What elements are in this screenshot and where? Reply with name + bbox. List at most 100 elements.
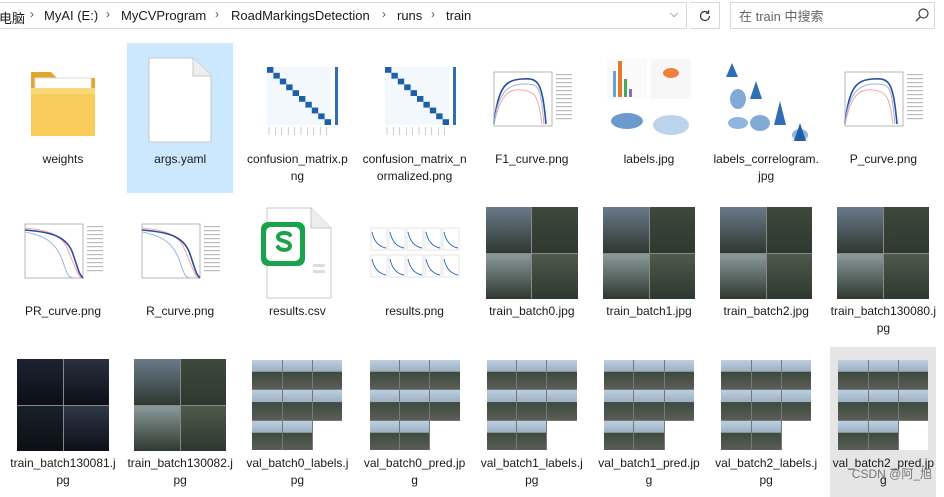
watermark: CSDN @阿_旭 <box>852 465 932 482</box>
image-thumbnail <box>603 207 695 299</box>
file-name: args.yaml <box>127 151 233 168</box>
file-name: results.csv <box>244 303 350 320</box>
breadcrumb-item[interactable]: train <box>446 8 471 23</box>
file-name: val_batch2_labels.jpg <box>713 455 819 489</box>
file-name: train_batch130081.jpg <box>10 455 116 489</box>
refresh-button[interactable] <box>690 2 720 29</box>
file-thumbnail <box>362 53 468 149</box>
file-thumbnail <box>596 205 702 301</box>
chevron-right-icon[interactable]: › <box>382 7 386 21</box>
file-item[interactable]: results.png <box>362 195 468 345</box>
chevron-right-icon[interactable]: › <box>431 7 435 21</box>
file-thumbnail <box>244 205 350 301</box>
file-name: val_batch1_pred.jpg <box>596 455 702 489</box>
image-thumbnail <box>604 360 694 450</box>
file-name: train_batch130080.jpg <box>830 303 936 337</box>
address-bar[interactable]: 电脑 › MyAI (E:) › MyCVProgram › RoadMarkingsDet… <box>0 2 687 29</box>
chevron-right-icon[interactable]: › <box>106 7 110 21</box>
curve-thumbnail-icon <box>17 218 109 288</box>
file-item[interactable]: R_curve.png <box>127 195 233 345</box>
search-box[interactable] <box>730 2 935 29</box>
file-item[interactable]: confusion_matrix_normalized.png <box>362 43 468 193</box>
file-grid: weights args.yaml confusion_matrix.pngconf… <box>0 33 944 486</box>
image-thumbnail <box>134 359 226 451</box>
file-thumbnail <box>596 53 702 149</box>
file-name: train_batch1.jpg <box>596 303 702 320</box>
file-name: val_batch0_labels.jpg <box>244 455 350 489</box>
curve-thumbnail-icon <box>837 66 929 136</box>
results-thumbnail-icon <box>369 224 461 282</box>
file-name: labels.jpg <box>596 151 702 168</box>
breadcrumb-item[interactable]: RoadMarkingsDetection <box>231 8 370 23</box>
file-item[interactable]: val_batch1_labels.jpg <box>479 347 585 497</box>
search-input[interactable] <box>739 7 909 25</box>
refresh-icon <box>698 9 712 23</box>
file-item[interactable]: train_batch130081.jpg <box>10 347 116 497</box>
file-item[interactable]: weights <box>10 43 116 193</box>
file-item[interactable]: val_batch1_pred.jpg <box>596 347 702 497</box>
file-item[interactable]: labels.jpg <box>596 43 702 193</box>
image-thumbnail <box>838 360 928 450</box>
chevron-down-icon[interactable]: ⌵ <box>663 4 685 24</box>
breadcrumb-item[interactable]: MyAI (E:) <box>44 8 98 23</box>
image-thumbnail <box>837 207 929 299</box>
file-item[interactable]: PR_curve.png <box>10 195 116 345</box>
file-thumbnail <box>713 53 819 149</box>
file-thumbnail <box>127 357 233 453</box>
search-icon[interactable] <box>914 7 930 23</box>
file-thumbnail <box>10 357 116 453</box>
chevron-right-icon[interactable]: › <box>215 7 219 21</box>
breadcrumb-item[interactable]: 电脑 <box>0 8 25 27</box>
file-name: weights <box>10 151 116 168</box>
file-thumbnail <box>10 53 116 149</box>
file-item[interactable]: train_batch1.jpg <box>596 195 702 345</box>
file-thumbnail <box>362 357 468 453</box>
image-thumbnail <box>17 359 109 451</box>
file-item[interactable]: train_batch2.jpg <box>713 195 819 345</box>
file-item[interactable]: F1_curve.png <box>479 43 585 193</box>
document-icon <box>145 56 215 146</box>
file-item[interactable]: val_batch2_labels.jpg <box>713 347 819 497</box>
image-thumbnail <box>487 360 577 450</box>
file-item[interactable]: train_batch130082.jpg <box>127 347 233 497</box>
file-name: labels_correlogram.jpg <box>713 151 819 185</box>
file-thumbnail <box>830 357 936 453</box>
file-thumbnail <box>596 357 702 453</box>
file-name: val_batch1_labels.jpg <box>479 455 585 489</box>
labels-thumbnail-icon <box>603 55 695 147</box>
file-thumbnail <box>127 53 233 149</box>
file-thumbnail <box>713 357 819 453</box>
file-thumbnail <box>479 357 585 453</box>
file-item[interactable]: train_batch130080.jpg <box>830 195 936 345</box>
file-name: F1_curve.png <box>479 151 585 168</box>
file-thumbnail <box>830 53 936 149</box>
image-thumbnail <box>252 360 342 450</box>
file-item[interactable]: results.csv <box>244 195 350 345</box>
file-thumbnail <box>479 205 585 301</box>
breadcrumb-item[interactable]: MyCVProgram <box>121 8 206 23</box>
chevron-right-icon[interactable]: › <box>30 7 34 21</box>
file-name: PR_curve.png <box>10 303 116 320</box>
image-thumbnail <box>486 207 578 299</box>
file-name: train_batch0.jpg <box>479 303 585 320</box>
file-thumbnail <box>479 53 585 149</box>
file-thumbnail <box>713 205 819 301</box>
file-item[interactable]: labels_correlogram.jpg <box>713 43 819 193</box>
file-item[interactable]: val_batch0_labels.jpg <box>244 347 350 497</box>
image-thumbnail <box>721 360 811 450</box>
file-item[interactable]: P_curve.png <box>830 43 936 193</box>
file-name: P_curve.png <box>830 151 936 168</box>
file-item[interactable]: confusion_matrix.png <box>244 43 350 193</box>
csv-file-icon <box>257 206 337 300</box>
file-thumbnail <box>127 205 233 301</box>
file-name: train_batch130082.jpg <box>127 455 233 489</box>
file-thumbnail <box>830 205 936 301</box>
breadcrumb-item[interactable]: runs <box>397 8 422 23</box>
curve-thumbnail-icon <box>134 218 226 288</box>
toolbar: 电脑 › MyAI (E:) › MyCVProgram › RoadMarkingsDet… <box>0 0 944 33</box>
file-item[interactable]: args.yaml <box>127 43 233 193</box>
file-item[interactable]: val_batch0_pred.jpg <box>362 347 468 497</box>
file-item[interactable]: train_batch0.jpg <box>479 195 585 345</box>
file-name: val_batch0_pred.jpg <box>362 455 468 489</box>
file-thumbnail <box>10 205 116 301</box>
